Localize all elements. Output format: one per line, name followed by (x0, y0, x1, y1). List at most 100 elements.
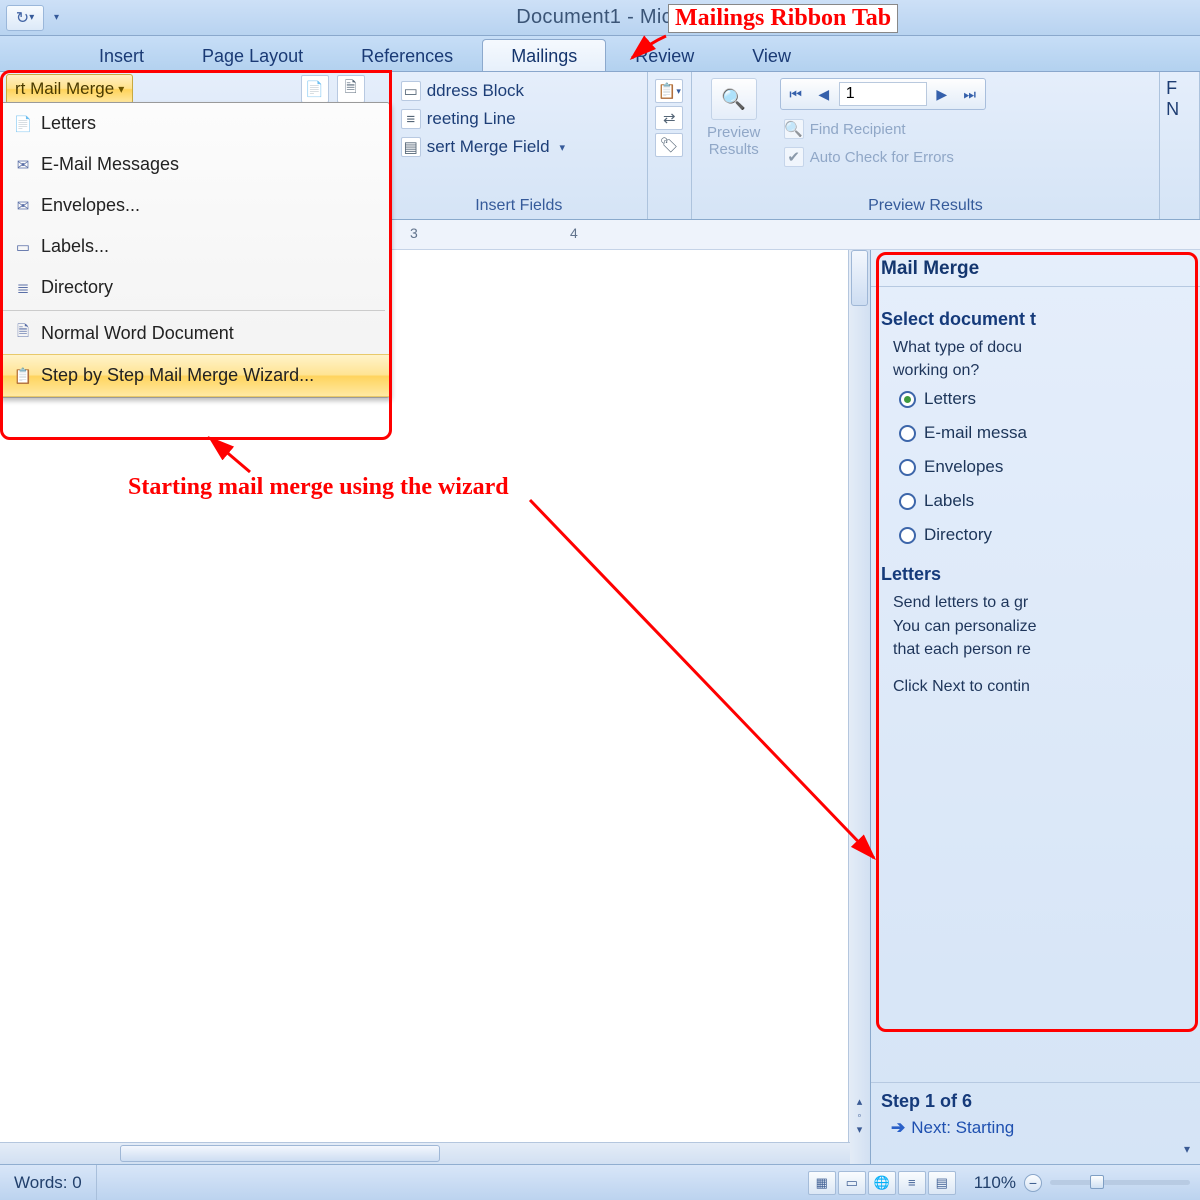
next-record-button[interactable]: ▶ (929, 82, 955, 106)
full-screen-view-button[interactable]: ▭ (838, 1171, 866, 1195)
tab-review[interactable]: Review (606, 39, 723, 71)
greeting-line-button[interactable]: ≡reeting Line (397, 106, 641, 132)
qat-dropdown-arrow[interactable]: ▾ (29, 12, 34, 23)
auto-check-errors-button[interactable]: ✔Auto Check for Errors (780, 144, 986, 170)
scroll-thumb[interactable] (851, 250, 868, 306)
radio-directory[interactable]: Directory (881, 518, 1190, 552)
rules-icon[interactable]: 📋▾ (655, 79, 683, 103)
word-count[interactable]: Words: 0 (0, 1165, 97, 1200)
tab-view[interactable]: View (723, 39, 820, 71)
status-bar: Words: 0 ▦ ▭ 🌐 ≡ ▤ 110% − (0, 1164, 1200, 1200)
match-fields-icon[interactable]: ⇄ (655, 106, 683, 130)
menu-labels[interactable]: ▭Labels... (0, 226, 389, 267)
address-block-button[interactable]: ▭ddress Block (397, 78, 641, 104)
check-icon: ✔ (784, 147, 804, 167)
group-label-preview-results: Preview Results (692, 194, 1159, 219)
letters-heading: Letters (881, 564, 1190, 585)
outline-view-button[interactable]: ≡ (898, 1171, 926, 1195)
start-mail-merge-label: rt Mail Merge (15, 79, 114, 99)
vertical-scrollbar[interactable]: ▴ ◦ ▾ (848, 250, 870, 1164)
menu-separator (3, 310, 385, 311)
title-bar: ↻ ▾ ▾ Document1 - Microsoft W (0, 0, 1200, 36)
ribbon: rt Mail Merge ▾ 📄 🗎 📄Letters ✉E-Mail Mes… (0, 72, 1200, 220)
menu-step-by-step-wizard[interactable]: 📋Step by Step Mail Merge Wizard... (0, 354, 389, 397)
horizontal-scrollbar[interactable] (0, 1142, 850, 1164)
chevron-down-icon: ▾ (118, 82, 124, 96)
document-icon: 🗎 (13, 324, 33, 344)
document-icon[interactable]: 🗎 (337, 75, 365, 103)
radio-selected-icon (899, 391, 916, 408)
radio-labels[interactable]: Labels (881, 484, 1190, 518)
next-link[interactable]: ➔Next: Starting (881, 1112, 1190, 1138)
select-document-heading: Select document t (881, 309, 1190, 330)
radio-email[interactable]: E-mail messa (881, 416, 1190, 450)
qat-customize-arrow[interactable]: ▾ (54, 12, 59, 23)
menu-directory[interactable]: ≣Directory (0, 267, 389, 308)
zoom-out-button[interactable]: − (1024, 1174, 1042, 1192)
menu-envelopes[interactable]: ✉Envelopes... (0, 185, 389, 226)
radio-envelopes[interactable]: Envelopes (881, 450, 1190, 484)
merge-field-icon: ▤ (401, 137, 421, 157)
zoom-thumb[interactable] (1090, 1175, 1104, 1189)
select-document-question: What type of docu working on? (881, 336, 1190, 382)
radio-icon (899, 459, 916, 476)
address-block-icon: ▭ (401, 81, 421, 101)
highlight-merge-fields-icon[interactable]: 📄 (301, 75, 329, 103)
print-layout-view-button[interactable]: ▦ (808, 1171, 836, 1195)
menu-email[interactable]: ✉E-Mail Messages (0, 144, 389, 185)
ribbon-tabs: Insert Page Layout References Mailings R… (0, 36, 1200, 72)
radio-icon (899, 527, 916, 544)
last-record-button[interactable]: ⏭ (957, 82, 983, 106)
letters-text-2: You can personalize (881, 615, 1190, 638)
tab-references[interactable]: References (332, 39, 482, 71)
envelope-icon: ✉ (13, 196, 33, 216)
group-rules: 📋▾ ⇄ 🏷 (648, 72, 692, 219)
scroll-object-icon[interactable]: ◦ (849, 1110, 870, 1122)
first-record-button[interactable]: ⏮ (783, 82, 809, 106)
step-indicator: Step 1 of 6 (881, 1091, 1190, 1112)
zoom-slider[interactable] (1050, 1180, 1190, 1185)
redo-button[interactable]: ↻ ▾ (6, 5, 44, 31)
view-buttons: ▦ ▭ 🌐 ≡ ▤ (800, 1171, 964, 1195)
group-label-insert-fields: Insert Fields (391, 194, 647, 219)
horizontal-scroll-thumb[interactable] (120, 1145, 440, 1162)
web-layout-view-button[interactable]: 🌐 (868, 1171, 896, 1195)
click-next-text: Click Next to contin (881, 675, 1190, 698)
start-mail-merge-button[interactable]: rt Mail Merge ▾ (6, 74, 133, 104)
letters-icon: 📄 (13, 114, 33, 134)
radio-icon (899, 425, 916, 442)
directory-icon: ≣ (13, 278, 33, 298)
insert-merge-field-button[interactable]: ▤sert Merge Field▾ (397, 134, 641, 160)
zoom-control: 110% − (964, 1173, 1200, 1193)
update-labels-icon[interactable]: 🏷 (655, 133, 683, 157)
group-finish: FN (1160, 72, 1200, 219)
zoom-percent[interactable]: 110% (974, 1173, 1016, 1193)
preview-results-button[interactable]: 🔍 Preview Results (698, 76, 770, 158)
menu-normal-document[interactable]: 🗎Normal Word Document (0, 313, 389, 354)
previous-record-button[interactable]: ◀ (811, 82, 837, 106)
tab-insert[interactable]: Insert (70, 39, 173, 71)
record-number-input[interactable] (839, 82, 927, 106)
group-start-mail-merge: rt Mail Merge ▾ 📄 🗎 📄Letters ✉E-Mail Mes… (0, 72, 391, 219)
draft-view-button[interactable]: ▤ (928, 1171, 956, 1195)
letters-text-3: that each person re (881, 638, 1190, 661)
letters-text-1: Send letters to a gr (881, 591, 1190, 614)
scroll-down-spin[interactable]: ▾ (849, 1123, 870, 1136)
pane-dropdown-arrow[interactable]: ▾ (881, 1142, 1190, 1156)
scroll-up-spin[interactable]: ▴ (849, 1095, 870, 1108)
window-title: Document1 - Microsoft W (65, 6, 1200, 29)
start-mail-merge-menu: 📄Letters ✉E-Mail Messages ✉Envelopes... … (0, 102, 390, 398)
task-pane-title: Mail Merge (871, 250, 1200, 287)
record-navigation: ⏮ ◀ ▶ ⏭ (780, 78, 986, 110)
quick-access-toolbar: ↻ ▾ ▾ (0, 5, 65, 31)
group-write-insert-fields: ▭ddress Block ≡reeting Line ▤sert Merge … (391, 72, 648, 219)
tab-mailings[interactable]: Mailings (482, 39, 606, 71)
menu-letters[interactable]: 📄Letters (0, 103, 389, 144)
find-recipient-button[interactable]: 🔍Find Recipient (780, 116, 986, 142)
group-preview-results: 🔍 Preview Results ⏮ ◀ ▶ ⏭ 🔍Find Recipien… (692, 72, 1160, 219)
radio-letters[interactable]: Letters (881, 382, 1190, 416)
chevron-down-icon: ▾ (560, 141, 566, 154)
email-icon: ✉ (13, 155, 33, 175)
radio-icon (899, 493, 916, 510)
tab-page-layout[interactable]: Page Layout (173, 39, 332, 71)
